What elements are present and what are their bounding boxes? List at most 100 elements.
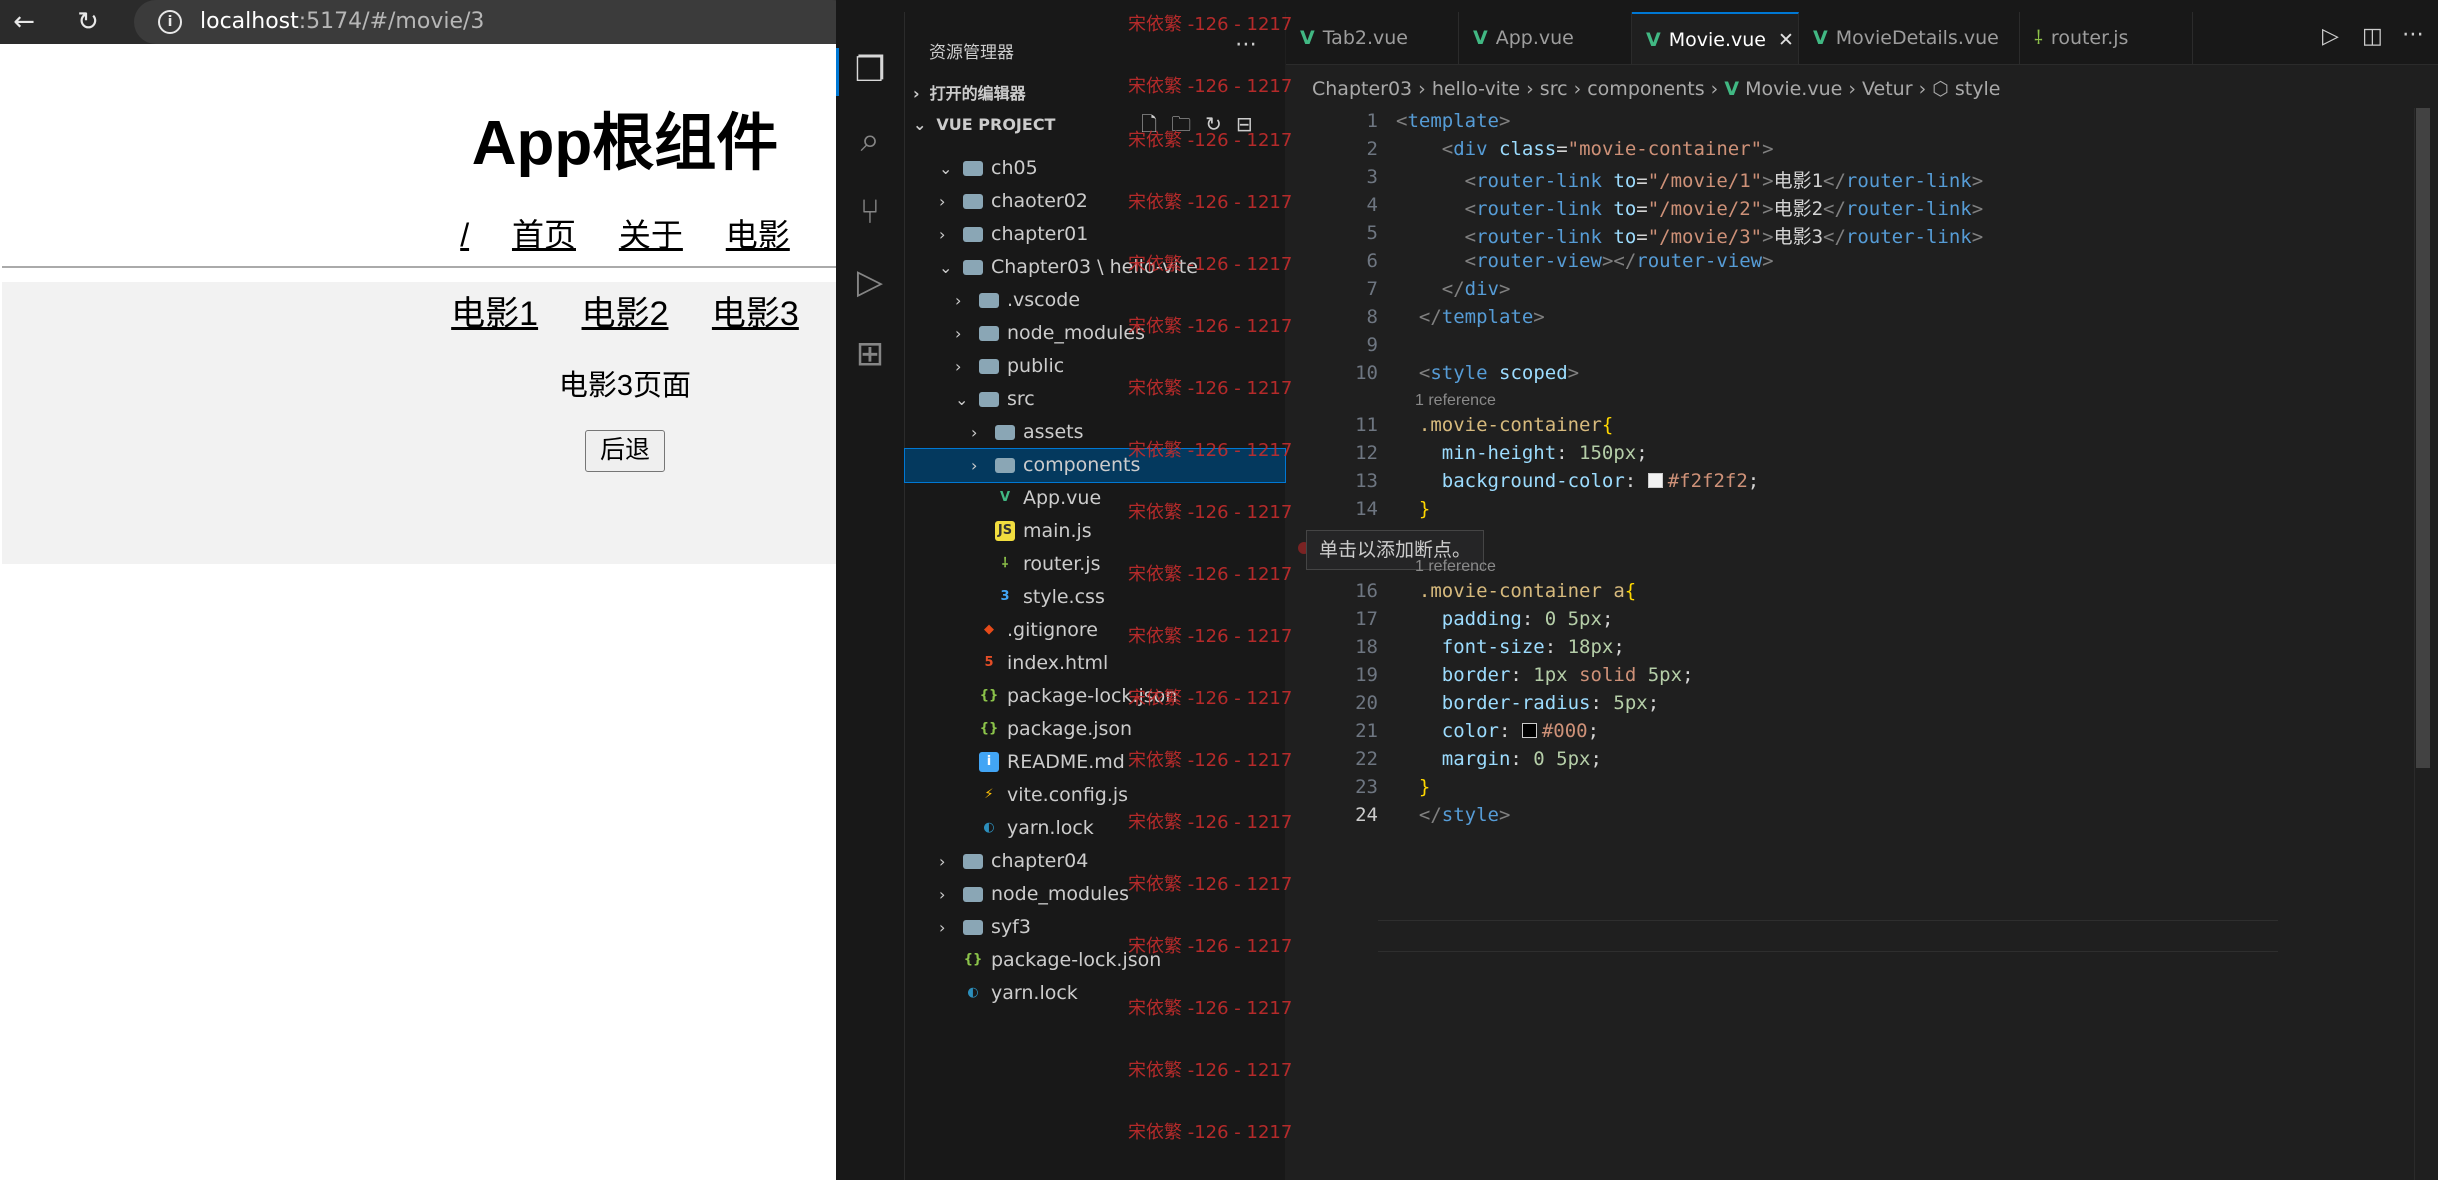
- chevron-down-icon[interactable]: ⌄: [955, 383, 969, 416]
- search-icon[interactable]: ⌕: [850, 120, 890, 160]
- breadcrumb-item[interactable]: Movie.vue: [1745, 78, 1842, 100]
- app-nav: / 首页 关于 电影: [0, 210, 836, 256]
- back-arrow-icon[interactable]: ←: [2, 0, 46, 44]
- chevron-right-icon[interactable]: ›: [955, 317, 969, 350]
- breadcrumb-item[interactable]: hello-vite: [1432, 78, 1520, 100]
- chevron-down-icon[interactable]: ⌄: [939, 251, 953, 284]
- line-number: 10: [1355, 362, 1378, 384]
- line-number: 5: [1366, 222, 1378, 244]
- folder-icon: [963, 161, 983, 176]
- chevron-right-icon[interactable]: ›: [939, 185, 953, 218]
- chevron-right-icon[interactable]: ›: [955, 284, 969, 317]
- vue-icon: V: [1473, 27, 1488, 49]
- chevron-right-icon[interactable]: ›: [939, 878, 953, 911]
- watermark-text: 宋依繁 -126 - 1217: [1128, 564, 1293, 585]
- tab-router-js[interactable]: ⸸ router.js: [2020, 12, 2193, 64]
- chevron-right-icon[interactable]: ›: [971, 449, 985, 482]
- nav-link-about[interactable]: 关于: [619, 217, 683, 253]
- run-icon[interactable]: ▷: [2322, 24, 2339, 49]
- line-number: 9: [1366, 334, 1378, 356]
- reload-icon[interactable]: ↻: [66, 0, 110, 44]
- project-header[interactable]: ⌄ VUE PROJECT: [913, 115, 1055, 134]
- extensions-icon[interactable]: ⊞: [850, 334, 890, 374]
- tree-item-label: vite.config.js: [1007, 784, 1129, 806]
- tree-folder[interactable]: ⌄ ch05: [905, 152, 1285, 185]
- code-line: }: [1418, 776, 1431, 798]
- tree-item-label: yarn.lock: [1007, 817, 1094, 839]
- watermark-text: 宋依繁 -126 - 1217: [1128, 14, 1293, 35]
- movie-link-3[interactable]: 电影3: [712, 295, 799, 333]
- code-line: border-radius: 5px;: [1441, 692, 1660, 714]
- active-indicator: [836, 48, 839, 96]
- nav-link-home[interactable]: 首页: [512, 217, 576, 253]
- watermark-text: 宋依繁 -126 - 1217: [1128, 316, 1293, 337]
- tree-file[interactable]: 5 index.html: [905, 647, 1285, 680]
- breadcrumb-item[interactable]: Chapter03: [1312, 78, 1412, 100]
- tab-tab2-vue[interactable]: V Tab2.vue: [1286, 12, 1459, 64]
- source-control-icon[interactable]: ⑂: [850, 192, 890, 232]
- json-file-icon: {}: [979, 721, 999, 736]
- code-editor[interactable]: 1 2 3 4 5 6 7 8 9 10 11 12 13 14 16 17 18 19 20 21 22 23 24 <t…: [1286, 108, 2438, 1180]
- chevron-right-icon[interactable]: ›: [971, 416, 985, 449]
- tree-item-label: public: [1007, 355, 1065, 377]
- js-file-icon: JS: [995, 521, 1015, 541]
- watermark-text: 宋依繁 -126 - 1217: [1128, 626, 1293, 647]
- run-debug-icon[interactable]: ▷: [850, 262, 890, 302]
- back-button[interactable]: 后退: [585, 430, 665, 472]
- nav-link-root[interactable]: /: [460, 217, 469, 253]
- breadcrumb-item[interactable]: components: [1587, 78, 1704, 100]
- tree-file[interactable]: {} package.json: [905, 713, 1285, 746]
- codelens-references[interactable]: 1 reference: [1415, 392, 1496, 410]
- explorer-icon[interactable]: ❐: [850, 50, 890, 90]
- tree-item-label: main.js: [1023, 520, 1092, 542]
- address-bar[interactable]: localhost:5174/#/movie/3: [134, 0, 836, 44]
- url-host: localhost: [200, 9, 299, 34]
- vite-file-icon: ⚡: [984, 787, 994, 802]
- line-number: 2: [1366, 138, 1378, 160]
- chevron-right-icon[interactable]: ›: [939, 911, 953, 944]
- code-line: min-height: 150px;: [1441, 442, 1648, 464]
- movie-link-2[interactable]: 电影2: [582, 295, 669, 333]
- explorer-title: 资源管理器: [929, 43, 1014, 63]
- close-icon[interactable]: ✕: [1778, 29, 1794, 51]
- line-number: 14: [1355, 498, 1378, 520]
- watermark-text: 宋依繁 -126 - 1217: [1128, 750, 1293, 771]
- chevron-down-icon[interactable]: ⌄: [939, 152, 953, 185]
- code-line: <router-link to="/movie/2">电影2</router-l…: [1464, 198, 1984, 220]
- tab-app-vue[interactable]: V App.vue: [1459, 12, 1632, 64]
- more-icon[interactable]: ⋯: [2402, 22, 2424, 47]
- tab-label: Movie.vue: [1668, 29, 1766, 51]
- open-editors-header[interactable]: › 打开的编辑器: [913, 80, 1026, 104]
- codelens-references[interactable]: 1 reference: [1415, 558, 1496, 576]
- tab-moviedetails-vue[interactable]: V MovieDetails.vue: [1799, 12, 2020, 64]
- yarn-file-icon: ◐: [983, 820, 995, 835]
- yarn-file-icon: ◐: [967, 985, 979, 1000]
- json-file-icon: {}: [963, 952, 983, 967]
- color-swatch[interactable]: [1521, 723, 1537, 738]
- chevron-right-icon[interactable]: ›: [939, 218, 953, 251]
- chevron-right-icon[interactable]: ›: [939, 845, 953, 878]
- watermark-text: 宋依繁 -126 - 1217: [1128, 254, 1293, 275]
- app-title: App根组件: [471, 109, 779, 178]
- code-line: <router-link to="/movie/3">电影3</router-l…: [1464, 226, 1984, 248]
- nav-link-movie[interactable]: 电影: [726, 217, 790, 253]
- vue-file-icon: V: [999, 490, 1011, 505]
- movie-link-1[interactable]: 电影1: [451, 295, 538, 333]
- tree-item-label: README.md: [1007, 751, 1125, 773]
- site-info-icon[interactable]: i: [158, 10, 182, 34]
- tree-folder[interactable]: › chapter01: [905, 218, 1285, 251]
- folder-icon: [995, 425, 1015, 440]
- browser-window: ← ↻ localhost:5174/#/movie/3 i App根组件 / …: [0, 0, 836, 1180]
- tab-label: MovieDetails.vue: [1835, 27, 1999, 49]
- scrollbar-thumb[interactable]: [2416, 108, 2430, 768]
- router-file-icon: ⸸: [1001, 556, 1009, 571]
- split-editor-icon[interactable]: ◫: [2362, 24, 2383, 49]
- color-swatch[interactable]: [1647, 473, 1663, 488]
- tab-movie-vue[interactable]: V Movie.vue ✕: [1632, 12, 1799, 64]
- chevron-right-icon[interactable]: ›: [955, 350, 969, 383]
- breadcrumb-item[interactable]: Vetur: [1862, 78, 1913, 100]
- breadcrumb-item[interactable]: src: [1540, 78, 1568, 100]
- code-line: <div class="movie-container">: [1441, 138, 1774, 160]
- tree-item-label: syf3: [991, 916, 1031, 938]
- breadcrumb-item[interactable]: style: [1955, 78, 2001, 100]
